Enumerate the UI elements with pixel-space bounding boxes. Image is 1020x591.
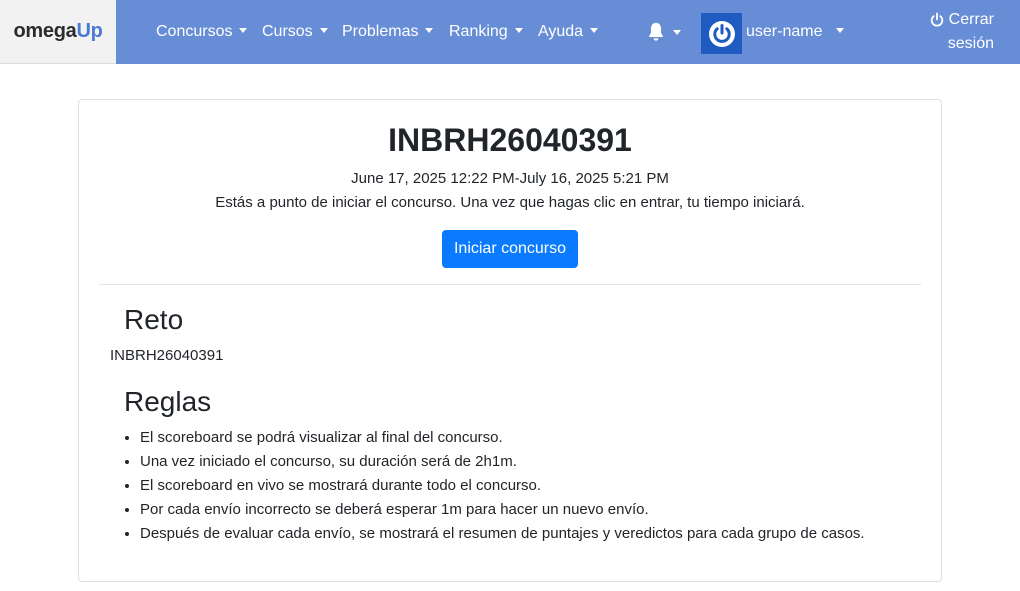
rule-item: Después de evaluar cada envío, se mostra… [140,522,940,546]
notifications-dropdown[interactable] [645,20,681,44]
challenge-heading: Reto [124,304,184,335]
caret-down-icon [590,28,599,33]
contest-title: INBRH26040391 [388,122,632,158]
rule-item: Por cada envío incorrecto se deberá espe… [140,498,940,522]
contest-intro-card: INBRH26040391 June 17, 2025 12:22 PM-Jul… [78,99,942,582]
rules-heading: Reglas [124,386,212,417]
divider [99,284,921,285]
caret-down-icon [425,28,434,33]
nav-menu-concursos[interactable]: Concursos [156,20,248,44]
rule-item: Una vez iniciado el concurso, su duració… [140,450,940,474]
rule-item: El scoreboard en vivo se mostrará durant… [140,474,940,498]
nav-menu-label: Ranking [449,23,508,40]
logout-label-line2: sesión [947,35,994,52]
caret-down-icon [836,28,845,33]
logout-label-line1: Cerrar [948,11,994,28]
caret-down-icon [673,29,681,35]
nav-menu-problemas[interactable]: Problemas [342,20,434,44]
nav-menu-label: Ayuda [538,23,584,40]
rules-list: El scoreboard se podrá visualizar al fin… [119,426,940,546]
start-notice: Estás a punto de iniciar el concurso. Un… [215,194,805,211]
challenge-description: INBRH26040391 [110,347,224,364]
nav-menu-label: Concursos [156,23,233,40]
username-label: user-name [746,23,823,40]
caret-down-icon [239,28,248,33]
nav-menu-cursos[interactable]: Cursos [262,20,328,44]
nav-menu-label: Cursos [262,23,313,40]
nav-menu-ranking[interactable]: Ranking [449,20,523,44]
caret-down-icon [319,28,328,33]
omegaup-logo[interactable]: omega Up [0,0,116,64]
nav-menu-ayuda[interactable]: Ayuda [538,20,599,44]
top-navbar: omega Up Concursos Cursos Problemas Ranki… [0,0,1020,64]
logout-link[interactable]: Cerrar sesión [922,8,994,56]
avatar[interactable] [701,13,742,54]
power-logo-icon [708,20,735,47]
logo-text-omega: omega [13,20,77,42]
nav-menu-label: Problemas [342,23,419,40]
power-icon [930,12,943,27]
bell-icon [649,22,663,41]
start-contest-button[interactable]: Iniciar concurso [442,230,578,268]
user-menu[interactable]: user-name [746,20,845,44]
logo-text-up: Up [76,20,103,42]
caret-down-icon [514,28,523,33]
rule-item: El scoreboard se podrá visualizar al fin… [140,426,940,450]
contest-dates: June 17, 2025 12:22 PM-July 16, 2025 5:2… [351,170,669,187]
